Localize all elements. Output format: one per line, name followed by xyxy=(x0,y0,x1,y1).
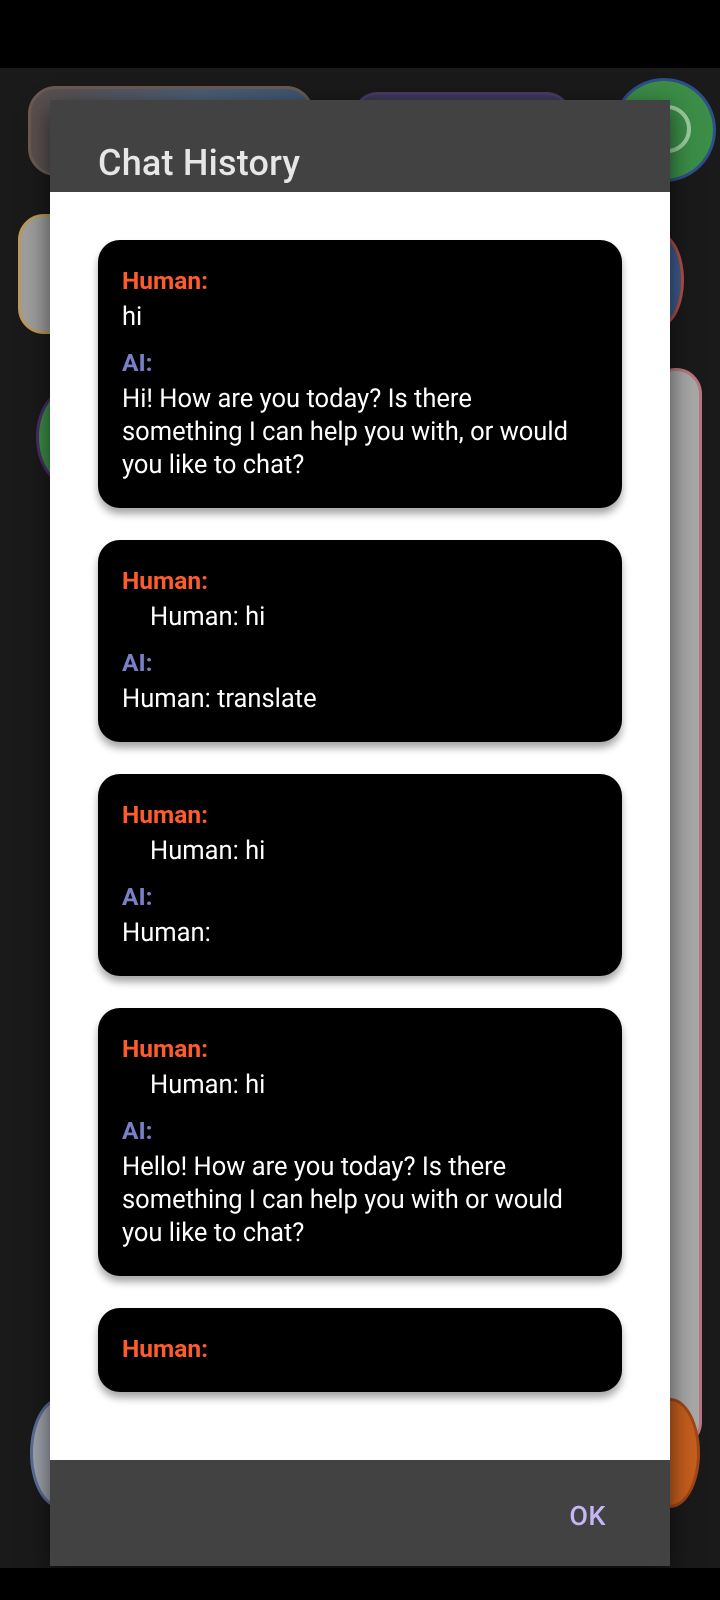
ai-message-text: Hello! How are you today? Is there somet… xyxy=(122,1152,570,1248)
screen: Chat History Human: hi AI: Hi! How are you … xyxy=(0,0,720,1600)
ai-message-text: Human: translate xyxy=(122,684,317,714)
human-message-text: hi xyxy=(122,302,143,332)
status-bar xyxy=(0,0,720,68)
dialog-header: Chat History xyxy=(50,100,670,192)
chat-history-scroll[interactable]: Human: hi AI: Hi! How are you today? Is the… xyxy=(50,192,670,1460)
human-label: Human: xyxy=(122,266,208,295)
ai-label: AI: xyxy=(122,882,153,911)
human-message-text: Human: hi xyxy=(150,602,266,632)
chat-message-card: Human: Human: hi AI: Human: xyxy=(98,774,622,976)
chat-history-list: Human: hi AI: Hi! How are you today? Is the… xyxy=(98,240,622,1424)
human-label: Human: xyxy=(122,800,208,829)
dialog-title: Chat History xyxy=(98,142,301,184)
ok-button[interactable]: OK xyxy=(553,1492,622,1540)
ai-message-text: Human: xyxy=(122,918,211,948)
chat-history-dialog: Chat History Human: hi AI: Hi! How are you … xyxy=(50,100,670,1566)
navigation-bar xyxy=(0,1568,720,1600)
ai-message-text: Hi! How are you today? Is there somethin… xyxy=(122,384,575,480)
ai-label: AI: xyxy=(122,348,153,377)
human-label: Human: xyxy=(122,1034,208,1063)
human-message-text: Human: hi xyxy=(150,836,266,866)
human-label: Human: xyxy=(122,566,208,595)
chat-history-viewport: Human: hi AI: Hi! How are you today? Is the… xyxy=(50,192,670,1424)
ai-label: AI: xyxy=(122,1116,153,1145)
ai-label: AI: xyxy=(122,648,153,677)
chat-message-card: Human: xyxy=(98,1308,622,1392)
chat-message-card: Human: Human: hi AI: Human: translate xyxy=(98,540,622,742)
chat-message-card: Human: hi AI: Hi! How are you today? Is the… xyxy=(98,240,622,508)
dialog-footer: OK xyxy=(50,1460,670,1566)
chat-message-card: Human: Human: hi AI: Hello! How are you tod… xyxy=(98,1008,622,1276)
human-label: Human: xyxy=(122,1334,208,1363)
human-message-text: Human: hi xyxy=(150,1070,266,1100)
